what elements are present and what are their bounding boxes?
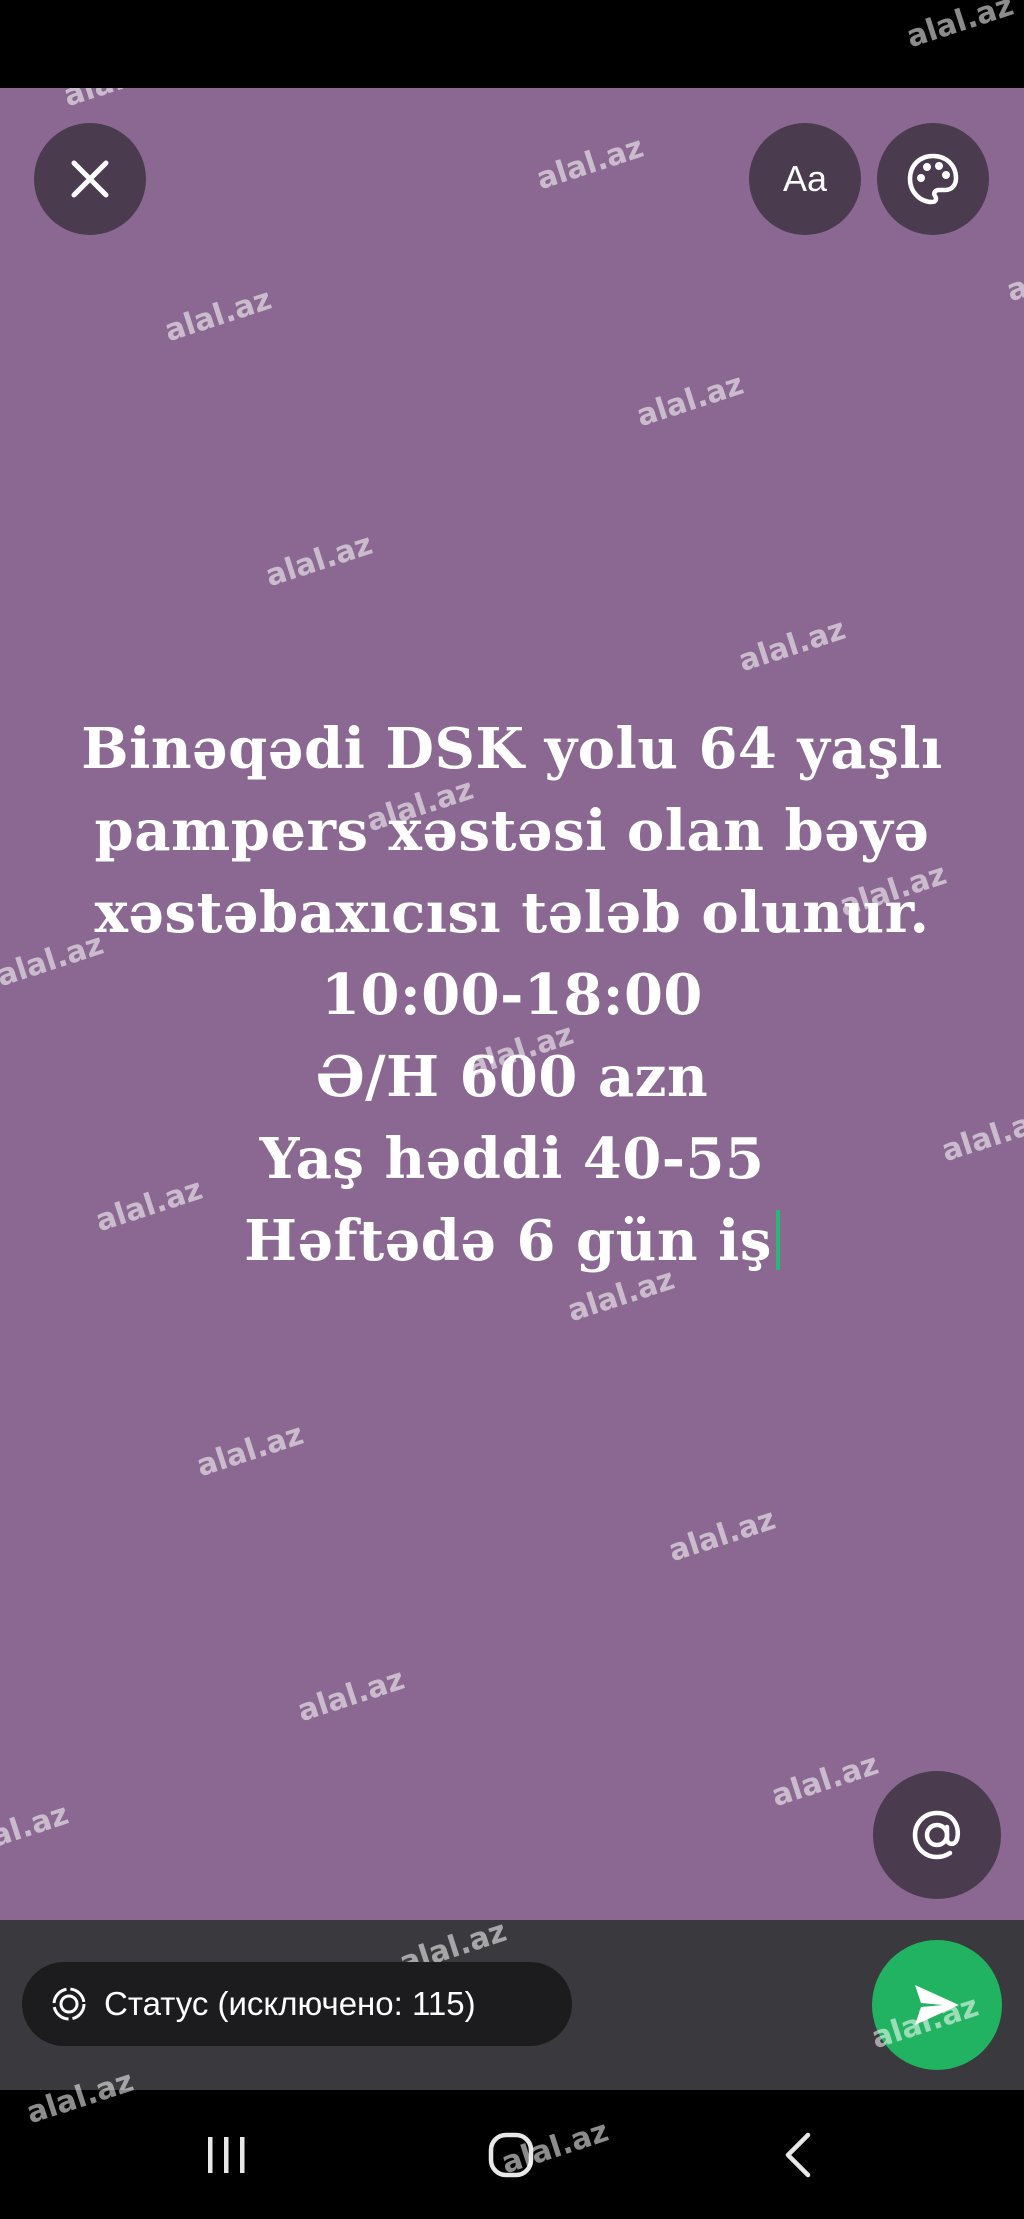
send-icon <box>915 1985 959 2025</box>
watermark: alal.az <box>1002 241 1024 310</box>
status-icon <box>50 1985 88 2023</box>
palette-icon <box>907 153 959 205</box>
text-cursor <box>775 1210 780 1270</box>
status-text-line: pampers xəstəsi olan bəyə <box>94 798 930 864</box>
recent-apps-icon <box>208 2136 245 2173</box>
close-icon <box>71 160 109 198</box>
close-button[interactable] <box>34 123 146 235</box>
status-text-line: Yaş həddi 40-55 <box>259 1126 765 1192</box>
watermark: alal.az <box>632 366 748 435</box>
system-navigation-bar: alal.az alal.az <box>0 2064 1024 2219</box>
watermark: alal.az <box>902 0 1018 56</box>
status-text-last-line: Həftədə 6 gün iş <box>40 1200 984 1282</box>
watermark: alal.az <box>664 1501 780 1570</box>
status-compose-canvas[interactable]: alal.az alal.az alal.az alal.az alal.az … <box>0 88 1024 1920</box>
system-status-bar: alal.az <box>0 0 1024 88</box>
watermark: alal.az <box>59 88 175 114</box>
font-style-button[interactable]: Aa <box>749 123 861 235</box>
status-text-line: xəstəbaxıcısı tələb olunur. <box>94 880 930 946</box>
compose-bottom-bar: alal.az Статус (исключено: 115) alal.az <box>0 1914 1024 2090</box>
home-button[interactable] <box>451 2090 571 2219</box>
status-audience-selector[interactable]: Статус (исключено: 115) <box>22 1962 572 2046</box>
watermark: alal.az <box>261 526 377 595</box>
font-style-label: Aa <box>782 158 828 199</box>
back-button[interactable] <box>738 2090 858 2219</box>
status-text-editor[interactable]: Binəqədi DSK yolu 64 yaşlı pampers xəstə… <box>40 708 984 1282</box>
home-icon <box>488 2132 534 2177</box>
watermark: alal.az <box>192 1416 308 1485</box>
status-text-line: 10:00-18:00 <box>321 962 703 1028</box>
status-text-line: Binəqədi DSK yolu 64 yaşlı <box>81 716 943 782</box>
at-sign-icon <box>912 1810 960 1860</box>
watermark: alal.az <box>293 1661 409 1730</box>
watermark: alal.az <box>0 1796 73 1865</box>
background-color-button[interactable] <box>877 123 989 235</box>
status-text-line: Həftədə 6 gün iş <box>244 1208 772 1274</box>
mention-button[interactable] <box>873 1771 1001 1899</box>
back-icon <box>785 2132 811 2177</box>
status-text-line: Ə/H 600 azn <box>315 1044 709 1110</box>
send-button[interactable] <box>872 1940 1002 2070</box>
status-audience-label: Статус (исключено: 115) <box>104 1985 476 2022</box>
watermark: alal.az <box>734 611 850 680</box>
watermark: alal.az <box>160 281 276 350</box>
recent-apps-button[interactable] <box>166 2090 286 2219</box>
watermark: alal.az <box>532 129 648 198</box>
watermark: alal.az <box>767 1746 883 1815</box>
